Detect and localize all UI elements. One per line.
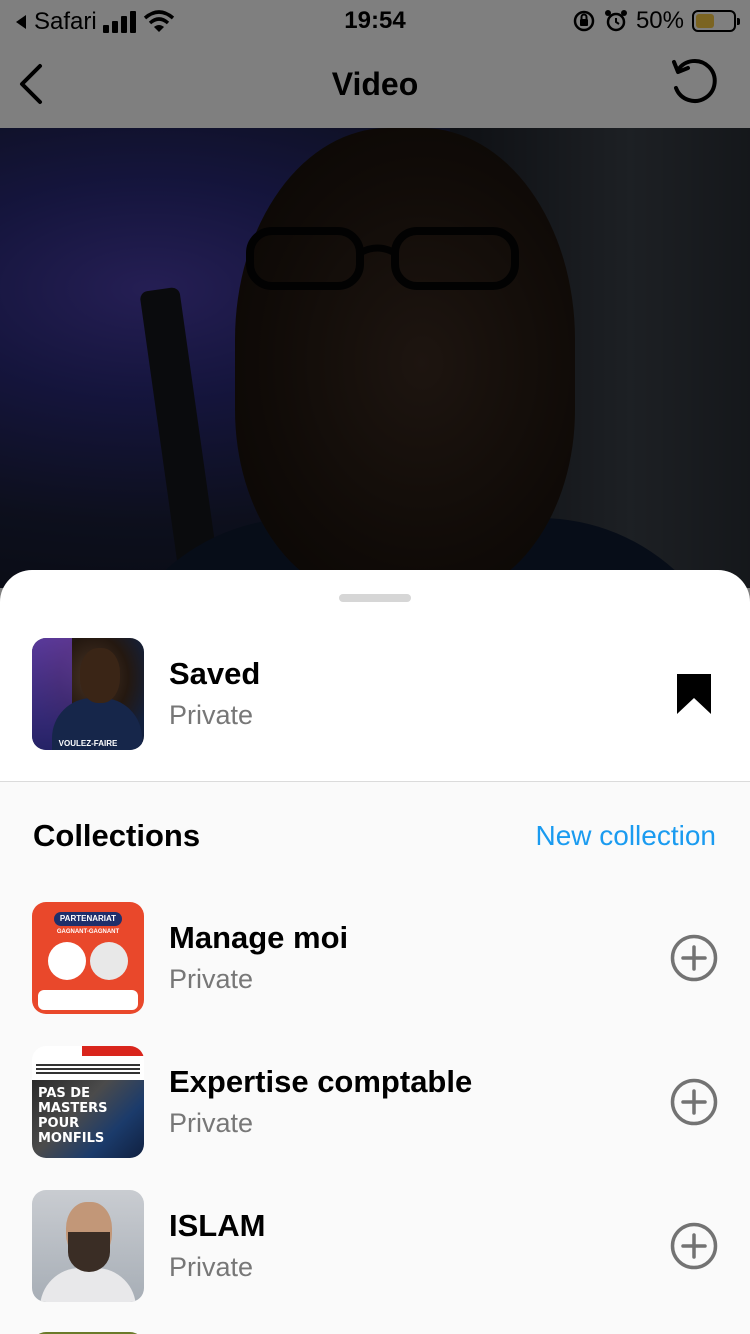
collection-item-islam[interactable]: ISLAM Private <box>0 1190 750 1334</box>
collection-privacy: Private <box>169 964 254 994</box>
sheet-grabber[interactable] <box>339 594 411 602</box>
saved-privacy: Private <box>169 700 254 730</box>
collection-item-expertise-comptable[interactable]: PAS DE MASTERS POUR MONFILS Expertise co… <box>0 1046 750 1190</box>
saved-thumbnail: VOULEZ-FAIRE <box>32 638 144 750</box>
bookmark-filled-icon[interactable] <box>674 672 714 716</box>
plus-circle-icon[interactable] <box>670 1222 718 1270</box>
saved-thumb-caption: VOULEZ-FAIRE <box>58 739 118 748</box>
saved-title: Saved <box>169 656 261 691</box>
collection-title: Expertise comptable <box>169 1064 473 1099</box>
new-collection-button[interactable]: New collection <box>535 820 716 852</box>
collection-privacy: Private <box>169 1252 254 1282</box>
collections-section: Collections New collection PARTENARIAT G… <box>0 781 750 1334</box>
collection-thumbnail: PAS DE MASTERS POUR MONFILS <box>32 1046 144 1158</box>
plus-circle-icon[interactable] <box>670 934 718 982</box>
collection-thumbnail: PARTENARIAT GAGNANT-GAGNANT <box>32 902 144 1014</box>
collections-header: Collections <box>33 818 201 853</box>
save-to-collection-sheet: VOULEZ-FAIRE Saved Private Collections N… <box>0 570 750 1334</box>
saved-row[interactable]: VOULEZ-FAIRE Saved Private <box>0 610 750 781</box>
collection-title: Manage moi <box>169 920 349 955</box>
collection-privacy: Private <box>169 1108 254 1138</box>
plus-circle-icon[interactable] <box>670 1078 718 1126</box>
collection-item-manage-moi[interactable]: PARTENARIAT GAGNANT-GAGNANT Manage moi P… <box>0 902 750 1046</box>
collection-thumbnail <box>32 1190 144 1302</box>
collection-title: ISLAM <box>169 1208 266 1243</box>
